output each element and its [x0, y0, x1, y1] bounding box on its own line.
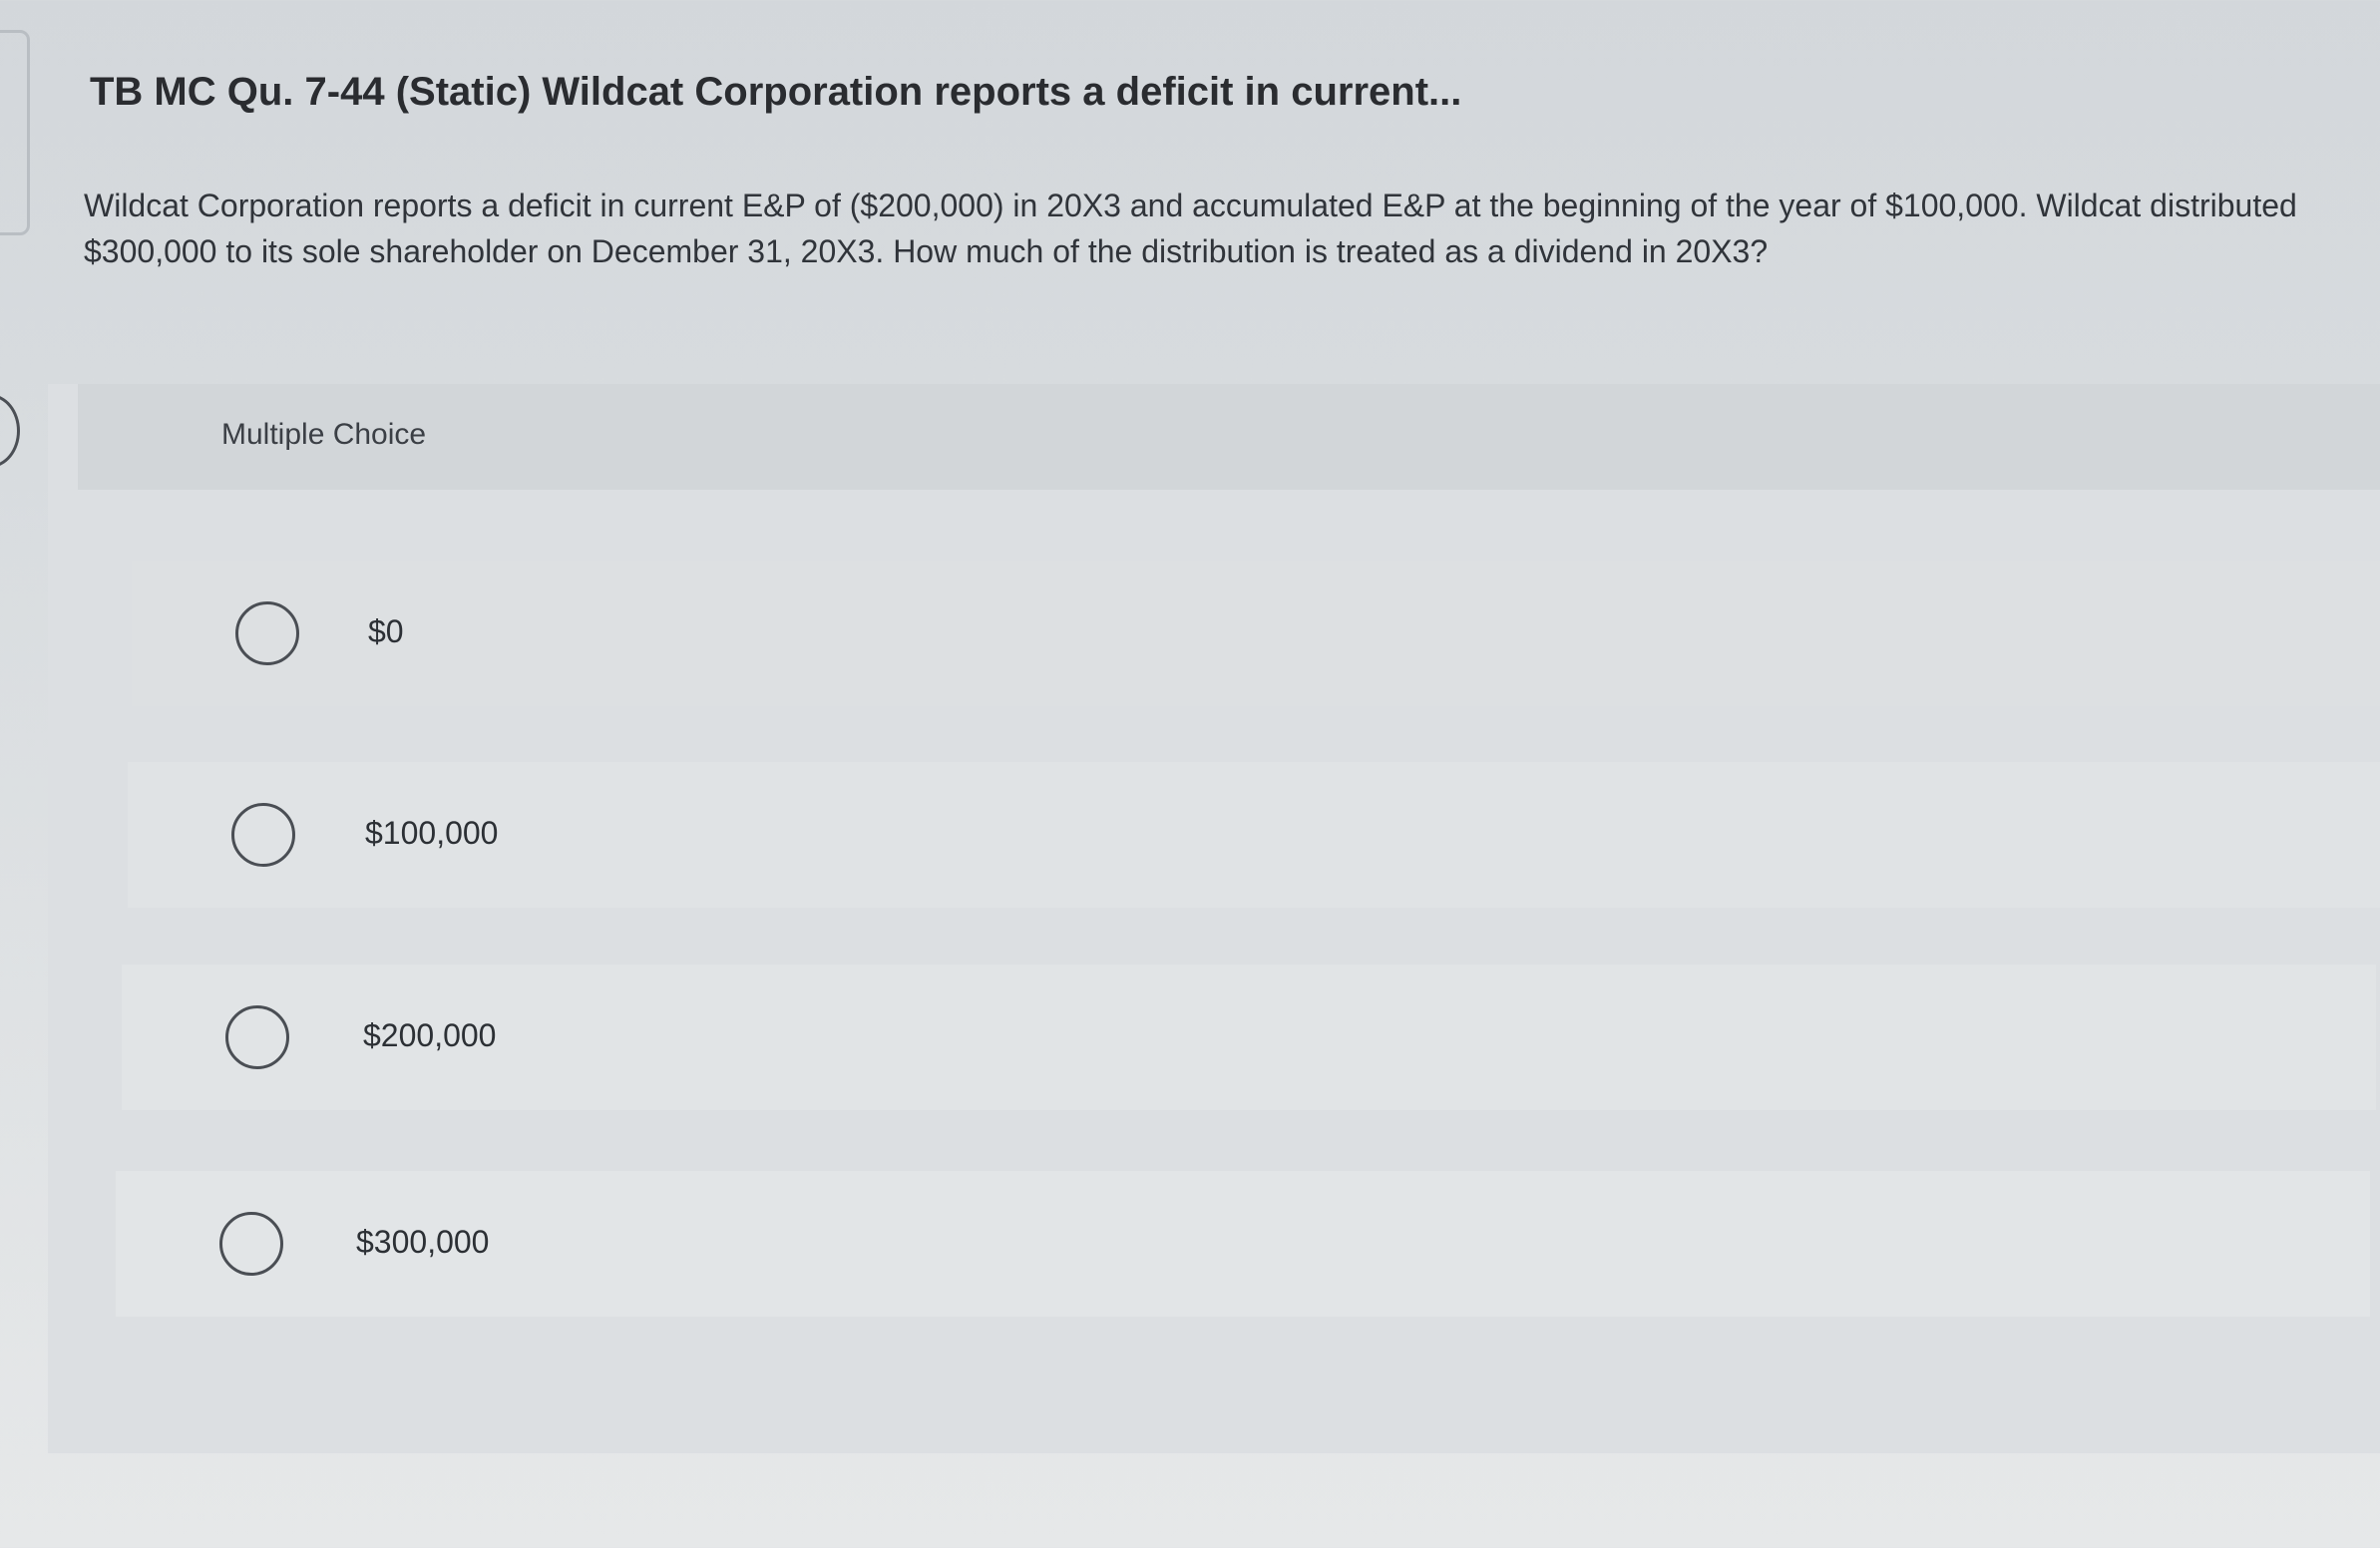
choice-option-2[interactable]: $200,000	[122, 965, 2376, 1110]
choice-header-label: Multiple Choice	[221, 418, 427, 451]
choice-option-3[interactable]: $300,000	[116, 1171, 2370, 1317]
choice-option-1[interactable]: $100,000	[128, 762, 2380, 908]
left-page-edge	[0, 30, 30, 235]
choice-option-label[interactable]: $0	[368, 613, 404, 650]
choice-option-label[interactable]: $200,000	[363, 1017, 496, 1054]
choice-header: Multiple Choice	[78, 384, 2380, 490]
multiple-choice-panel: Multiple Choice $0 $100,000 $200,000 $30…	[48, 384, 2380, 1453]
side-navigation-circle-icon[interactable]	[0, 394, 20, 468]
choice-option-label[interactable]: $100,000	[365, 815, 498, 852]
choice-option-0[interactable]: $0	[132, 561, 2380, 706]
radio-button-unselected-icon[interactable]	[231, 803, 295, 867]
question-text: Wildcat Corporation reports a deficit in…	[84, 188, 2297, 269]
choice-option-label[interactable]: $300,000	[356, 1224, 489, 1261]
radio-button-unselected-icon[interactable]	[225, 1005, 289, 1069]
radio-button-unselected-icon[interactable]	[235, 601, 299, 665]
radio-button-unselected-icon[interactable]	[219, 1212, 283, 1276]
question-title: TB MC Qu. 7-44 (Static) Wildcat Corporat…	[90, 70, 1462, 114]
